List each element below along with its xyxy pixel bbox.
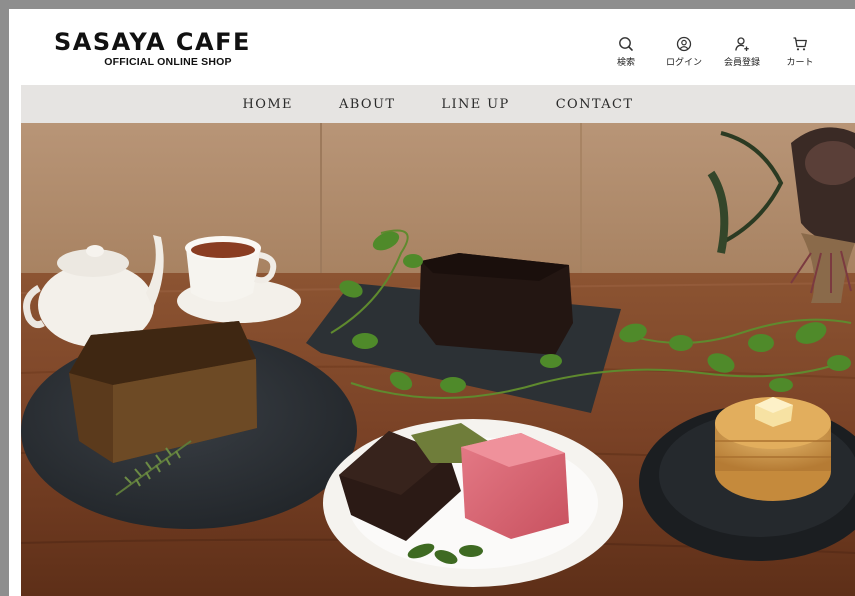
register-label: 会員登録 <box>723 58 760 68</box>
hero-image <box>21 123 855 596</box>
register-button[interactable]: 会員登録 <box>713 36 771 68</box>
nav-line-up[interactable]: LINE UP <box>441 97 509 112</box>
add-user-icon <box>734 36 750 52</box>
site-header: SASAYA CAFE OFFICIAL ONLINE SHOP 検索 ログイン… <box>21 9 855 85</box>
main-nav: HOME ABOUT LINE UP CONTACT <box>21 85 855 123</box>
site-logo[interactable]: SASAYA CAFE OFFICIAL ONLINE SHOP <box>54 29 289 68</box>
cart-label: カート <box>786 58 814 68</box>
nav-home[interactable]: HOME <box>243 97 293 112</box>
cart-button[interactable]: カート <box>771 36 829 68</box>
logo-title: SASAYA CAFE <box>54 28 251 56</box>
header-utilities: 検索 ログイン 会員登録 カート <box>597 36 829 68</box>
cafe-cakes-photo <box>21 123 855 596</box>
user-circle-icon <box>676 36 692 52</box>
search-label: 検索 <box>616 58 635 68</box>
search-button[interactable]: 検索 <box>597 36 655 68</box>
logo-subtitle: OFFICIAL ONLINE SHOP <box>104 56 232 68</box>
search-icon <box>618 36 634 52</box>
nav-about[interactable]: ABOUT <box>339 97 395 112</box>
login-label: ログイン <box>665 58 702 68</box>
login-button[interactable]: ログイン <box>655 36 713 68</box>
page: SASAYA CAFE OFFICIAL ONLINE SHOP 検索 ログイン… <box>21 9 855 596</box>
cart-icon <box>792 36 808 52</box>
browser-frame: SASAYA CAFE OFFICIAL ONLINE SHOP 検索 ログイン… <box>0 0 855 596</box>
nav-contact[interactable]: CONTACT <box>556 97 634 112</box>
